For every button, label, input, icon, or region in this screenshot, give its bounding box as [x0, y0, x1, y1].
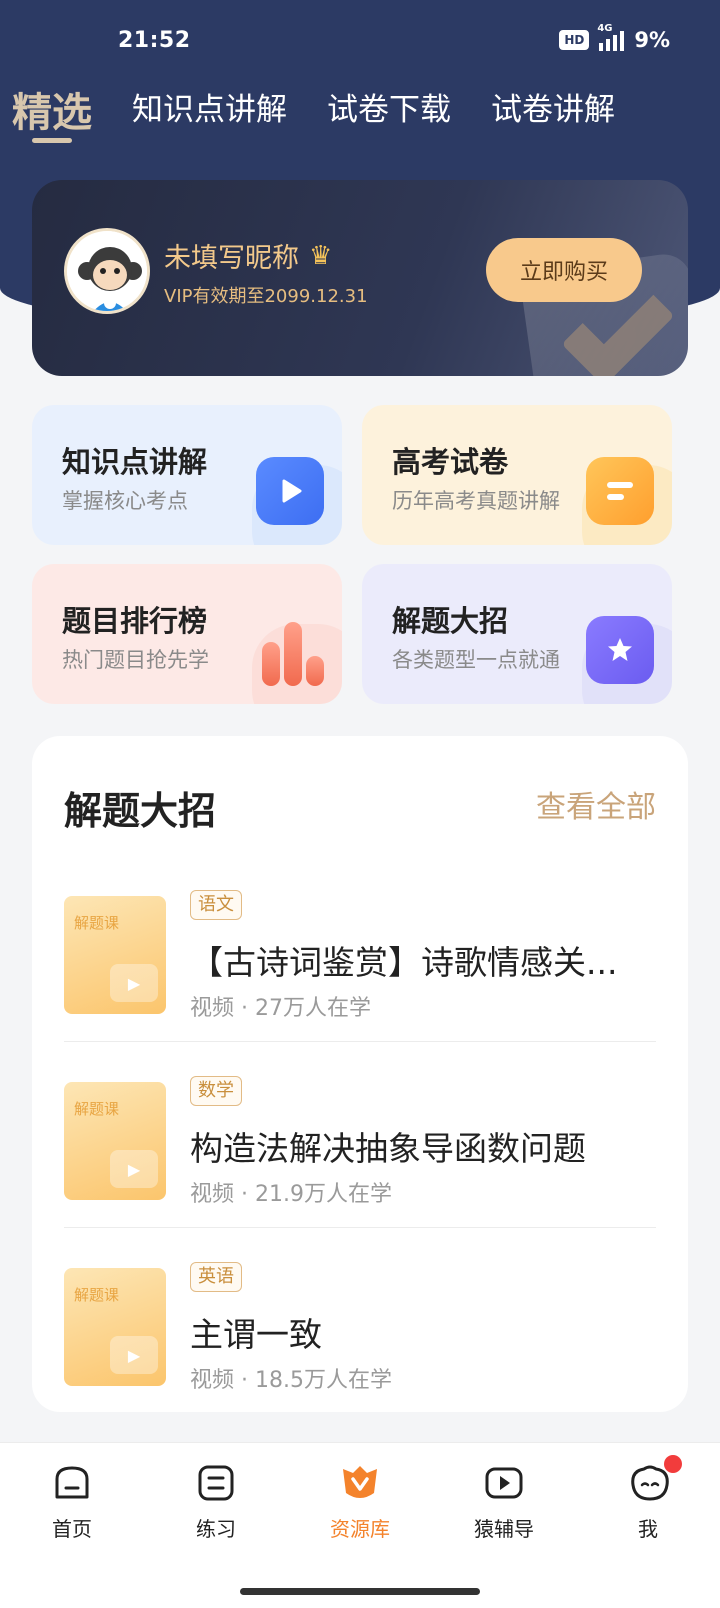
library-icon [340, 1463, 380, 1503]
tab-paper-explain[interactable]: 试卷讲解 [491, 84, 615, 129]
list-item[interactable]: 解题课 ▶ 语文 【古诗词鉴赏】诗歌情感关... 视频 · 27万人在学 [64, 856, 656, 1042]
battery-level: 9% [634, 28, 670, 52]
item-title: 构造法解决抽象导函数问题 [190, 1129, 586, 1168]
feature-title: 解题大招 [392, 604, 509, 638]
tab-knowledge[interactable]: 知识点讲解 [132, 84, 287, 129]
home-indicator[interactable] [240, 1588, 480, 1595]
course-thumbnail: 解题课 ▶ [64, 1268, 166, 1386]
feature-subtitle: 热门题目抢先学 [62, 648, 209, 672]
see-all-link[interactable]: 查看全部 [536, 782, 656, 826]
profile-icon [628, 1455, 682, 1503]
feature-gaokao-papers[interactable]: 高考试卷 历年高考真题讲解 [362, 405, 672, 545]
practice-icon [196, 1463, 236, 1503]
buy-now-button[interactable]: 立即购买 [486, 238, 642, 302]
item-title: 主谓一致 [190, 1315, 322, 1354]
notification-badge [664, 1455, 682, 1473]
user-nickname[interactable]: 未填写昵称 ♛ [164, 236, 332, 275]
play-icon [256, 457, 324, 525]
feature-subtitle: 各类题型一点就通 [392, 648, 560, 672]
play-icon: ▶ [110, 1336, 158, 1374]
feature-knowledge[interactable]: 知识点讲解 掌握核心考点 [32, 405, 342, 545]
status-bar: 21:52 HD 4G 9% [0, 0, 720, 84]
home-icon [52, 1463, 92, 1503]
nav-home[interactable]: 首页 [12, 1463, 132, 1542]
item-meta: 视频 · 21.9万人在学 [190, 1182, 392, 1207]
nav-me[interactable]: 我 [588, 1455, 708, 1542]
course-thumbnail: 解题课 ▶ [64, 896, 166, 1014]
vip-card[interactable]: 未填写昵称 ♛ VIP有效期至2099.12.31 立即购买 [32, 180, 688, 376]
play-icon: ▶ [110, 1150, 158, 1188]
nav-yuanfudao[interactable]: 猿辅导 [444, 1463, 564, 1542]
video-play-icon [484, 1463, 524, 1503]
star-bookmark-icon [586, 616, 654, 684]
item-meta: 视频 · 27万人在学 [190, 996, 371, 1021]
status-icons: HD 4G 9% [559, 23, 670, 52]
feature-solving-tricks[interactable]: 解题大招 各类题型一点就通 [362, 564, 672, 704]
item-title: 【古诗词鉴赏】诗歌情感关... [190, 943, 618, 982]
status-time: 21:52 [118, 28, 191, 53]
play-icon: ▶ [110, 964, 158, 1002]
feature-subtitle: 掌握核心考点 [62, 489, 188, 513]
feature-subtitle: 历年高考真题讲解 [392, 489, 560, 513]
bar-chart-icon [262, 622, 324, 686]
item-meta: 视频 · 18.5万人在学 [190, 1368, 392, 1393]
list-item[interactable]: 解题课 ▶ 英语 主谓一致 视频 · 18.5万人在学 [64, 1228, 656, 1414]
section-title: 解题大招 [64, 789, 217, 833]
top-tab-bar: 精选 知识点讲解 试卷下载 试卷讲解 [12, 84, 655, 154]
signal-icon: 4G [597, 23, 625, 51]
hd-icon: HD [559, 30, 590, 50]
crown-icon: ♛ [309, 240, 333, 271]
nav-resource-library[interactable]: 资源库 [300, 1463, 420, 1542]
vip-expiry: VIP有效期至2099.12.31 [164, 286, 368, 307]
avatar[interactable] [64, 228, 150, 314]
feature-title: 题目排行榜 [62, 604, 208, 638]
feature-title: 知识点讲解 [62, 445, 208, 479]
bottom-nav: 首页 练习 资源库 猿辅导 我 [0, 1442, 720, 1608]
subject-tag: 语文 [190, 890, 242, 920]
subject-tag: 英语 [190, 1262, 242, 1292]
tab-featured[interactable]: 精选 [12, 80, 92, 143]
feature-title: 高考试卷 [392, 445, 509, 479]
feature-ranking[interactable]: 题目排行榜 热门题目抢先学 [32, 564, 342, 704]
solving-tricks-section: 解题大招 查看全部 解题课 ▶ 语文 【古诗词鉴赏】诗歌情感关... 视频 · … [32, 736, 688, 1412]
document-icon [586, 457, 654, 525]
list-item[interactable]: 解题课 ▶ 数学 构造法解决抽象导函数问题 视频 · 21.9万人在学 [64, 1042, 656, 1228]
course-thumbnail: 解题课 ▶ [64, 1082, 166, 1200]
tab-paper-download[interactable]: 试卷下载 [327, 84, 451, 129]
nav-practice[interactable]: 练习 [156, 1463, 276, 1542]
subject-tag: 数学 [190, 1076, 242, 1106]
